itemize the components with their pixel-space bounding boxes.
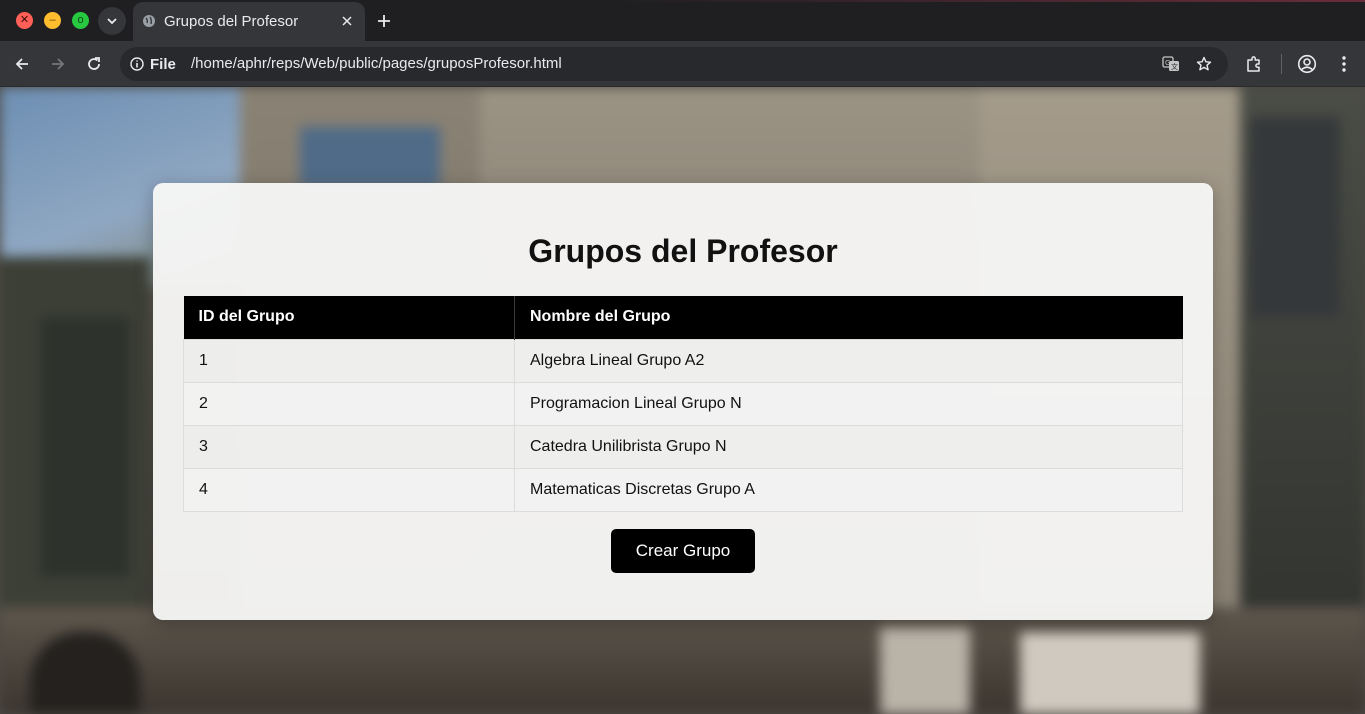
url-text[interactable]: /home/aphr/reps/Web/public/pages/gruposP… [191, 55, 562, 72]
browser-tab[interactable]: Grupos del Profesor [133, 2, 365, 41]
window-close-label: ✕ [19, 14, 30, 26]
browser-titlebar: ✕ – o Grupos del Profesor [0, 0, 1365, 41]
tab-search-button[interactable] [98, 7, 126, 35]
site-info-chip[interactable]: File [126, 51, 184, 77]
table-row: 4 Matematicas Discretas Grupo A [183, 467, 1183, 512]
forward-button[interactable] [45, 51, 71, 77]
globe-icon [143, 15, 155, 27]
profile-icon [1297, 54, 1317, 74]
page-viewport: Grupos del Profesor ID del Grupo Nombre … [0, 87, 1365, 714]
group-name-cell: Catedra Unilibrista Grupo N [514, 424, 1183, 469]
group-name-cell: Programacion Lineal Grupo N [514, 381, 1183, 426]
window-minimize-button[interactable]: – [44, 12, 61, 29]
groups-card: Grupos del Profesor ID del Grupo Nombre … [153, 183, 1213, 620]
window-maximize-label: o [77, 14, 84, 26]
translate-icon: G 文 [1162, 56, 1179, 71]
extensions-button[interactable] [1241, 51, 1267, 77]
back-button[interactable] [9, 51, 35, 77]
info-icon [130, 57, 144, 71]
groups-table: ID del Grupo Nombre del Grupo 1 Algebra … [183, 296, 1183, 512]
reload-icon [88, 57, 100, 70]
new-tab-button[interactable] [372, 9, 396, 33]
group-id-cell: 4 [183, 467, 515, 512]
toolbar-divider [1281, 54, 1282, 74]
window-minimize-label: – [49, 14, 56, 26]
table-header-row: ID del Grupo Nombre del Grupo [183, 296, 1183, 339]
close-icon [342, 16, 352, 26]
group-name-cell: Matematicas Discretas Grupo A [514, 467, 1183, 512]
profile-button[interactable] [1294, 51, 1320, 77]
translate-button[interactable]: G 文 [1161, 54, 1181, 74]
group-name-cell: Algebra Lineal Grupo A2 [514, 338, 1183, 383]
window-maximize-button[interactable]: o [72, 12, 89, 29]
table-row: 3 Catedra Unilibrista Grupo N [183, 424, 1183, 469]
menu-dots-icon [1342, 56, 1346, 72]
page-title: Grupos del Profesor [528, 233, 838, 269]
tab-close-button[interactable] [338, 12, 356, 30]
window-close-button[interactable]: ✕ [16, 12, 33, 29]
table-row: 1 Algebra Lineal Grupo A2 [183, 338, 1183, 383]
address-bar[interactable]: File /home/aphr/reps/Web/public/pages/gr… [120, 47, 1228, 81]
reload-button[interactable] [81, 51, 107, 77]
column-header-name: Nombre del Grupo [514, 296, 1183, 339]
tab-search-icon [107, 18, 117, 25]
forward-arrow-icon [52, 58, 65, 70]
back-arrow-icon [15, 58, 28, 70]
group-id-cell: 2 [183, 381, 515, 426]
group-id-cell: 3 [183, 424, 515, 469]
tab-title: Grupos del Profesor [164, 13, 299, 30]
svg-text:文: 文 [1171, 62, 1178, 71]
bookmark-button[interactable] [1194, 54, 1214, 74]
plus-icon [378, 15, 390, 27]
create-group-button[interactable]: Crear Grupo [611, 529, 755, 573]
star-icon [1196, 56, 1212, 71]
column-header-id: ID del Grupo [183, 296, 515, 339]
browser-menu-button[interactable] [1331, 51, 1357, 77]
table-row: 2 Programacion Lineal Grupo N [183, 381, 1183, 426]
extensions-icon [1247, 56, 1260, 72]
browser-toolbar: File /home/aphr/reps/Web/public/pages/gr… [0, 41, 1365, 87]
svg-text:G: G [1165, 59, 1170, 67]
site-chip-label: File [150, 55, 176, 73]
group-id-cell: 1 [183, 338, 515, 383]
